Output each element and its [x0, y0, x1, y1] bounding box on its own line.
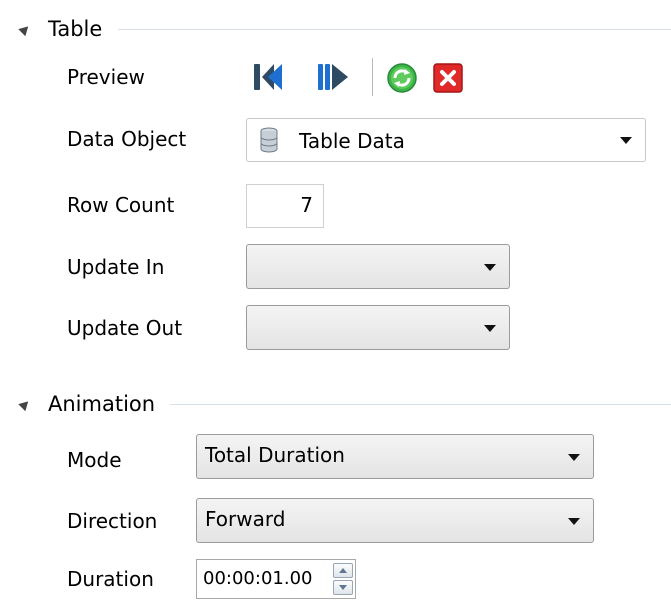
chevron-down-icon — [568, 517, 580, 525]
duration-input[interactable]: 00:00:01.00 — [196, 559, 356, 599]
refresh-icon[interactable] — [386, 62, 418, 94]
row-count-label: Row Count — [67, 193, 175, 217]
row-count-input[interactable]: 7 — [246, 184, 324, 228]
duration-label: Duration — [67, 567, 154, 591]
direction-dropdown[interactable]: Forward — [196, 498, 594, 543]
chevron-down-icon — [568, 453, 580, 461]
arrow-down-icon — [339, 585, 347, 590]
preview-label: Preview — [67, 65, 145, 89]
spinner-down-button[interactable] — [333, 580, 353, 595]
database-icon — [260, 127, 278, 153]
section-title-table: Table — [48, 17, 103, 41]
update-in-label: Update In — [67, 255, 165, 279]
animation-section-header[interactable]: Animation — [0, 389, 671, 419]
chevron-down-icon — [484, 263, 496, 271]
toolbar-separator — [372, 58, 373, 96]
chevron-down-icon — [484, 324, 496, 332]
spinner-up-button[interactable] — [333, 563, 353, 578]
update-out-dropdown[interactable] — [246, 305, 510, 350]
section-divider — [118, 29, 671, 30]
update-out-label: Update Out — [67, 316, 183, 340]
section-title-animation: Animation — [48, 392, 156, 416]
update-in-dropdown[interactable] — [246, 244, 510, 289]
data-object-value: Table Data — [299, 129, 405, 153]
play-forward-icon[interactable] — [316, 60, 352, 94]
chevron-down-icon — [620, 137, 632, 144]
section-divider — [170, 404, 671, 405]
mode-label: Mode — [67, 448, 122, 472]
close-icon[interactable] — [432, 62, 464, 94]
collapse-arrow-icon[interactable] — [18, 397, 32, 412]
table-section-header[interactable]: Table — [0, 14, 671, 44]
direction-value: Forward — [205, 507, 286, 531]
skip-to-start-icon[interactable] — [252, 60, 284, 94]
data-object-label: Data Object — [67, 127, 187, 151]
mode-dropdown[interactable]: Total Duration — [196, 434, 594, 479]
data-object-dropdown[interactable]: Table Data — [246, 118, 646, 162]
direction-label: Direction — [67, 509, 158, 533]
duration-value[interactable]: 00:00:01.00 — [203, 568, 312, 589]
duration-spinner[interactable] — [333, 563, 353, 595]
arrow-up-icon — [339, 568, 347, 573]
collapse-arrow-icon[interactable] — [18, 22, 32, 37]
mode-value: Total Duration — [205, 443, 345, 467]
